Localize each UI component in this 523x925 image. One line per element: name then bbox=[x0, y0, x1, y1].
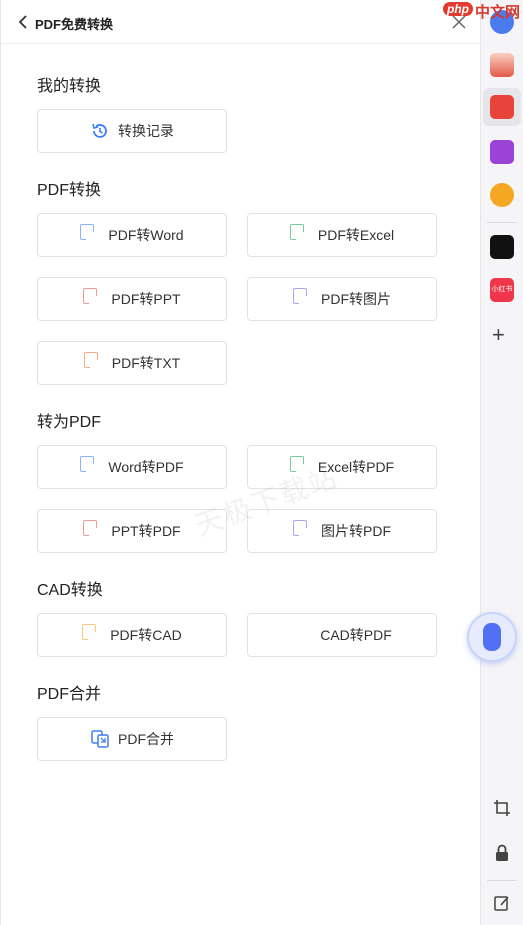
word-to-pdf-button[interactable]: W Word转PDF bbox=[37, 445, 227, 489]
pdf-to-excel-button[interactable]: ⊞ PDF转Excel bbox=[247, 213, 437, 257]
section-title-merge: PDF合并 bbox=[37, 686, 102, 703]
excel-doc-icon: ⊞ bbox=[289, 224, 310, 246]
xiaohongshu-icon[interactable]: 小红书 bbox=[490, 278, 514, 302]
pdf-to-txt-button[interactable]: T PDF转TXT bbox=[37, 341, 227, 385]
section-title-pdf-convert: PDF转换 bbox=[37, 182, 102, 199]
panel-header: PDF免费转换 bbox=[1, 0, 482, 44]
image-doc-icon: ~ bbox=[293, 288, 313, 310]
app-icon-photo[interactable] bbox=[490, 53, 514, 77]
ppt-doc-icon: ▭ bbox=[83, 288, 103, 310]
cad-doc-icon: A bbox=[292, 624, 312, 646]
floating-assistant-button[interactable] bbox=[467, 612, 517, 662]
pdf-to-excel-label: PDF转Excel bbox=[317, 227, 395, 243]
lock-icon[interactable] bbox=[493, 843, 511, 863]
txt-doc-icon: T bbox=[83, 352, 104, 374]
pdf-to-word-button[interactable]: W PDF转Word bbox=[37, 213, 227, 257]
pdf-to-word-label: PDF转Word bbox=[108, 227, 184, 243]
add-app-icon[interactable]: + bbox=[492, 324, 505, 346]
rail-divider bbox=[487, 222, 517, 223]
right-sidebar: 小红书 + bbox=[481, 0, 523, 925]
app-icon-purple[interactable] bbox=[490, 140, 514, 164]
pdf-merge-label: PDF合并 bbox=[118, 731, 174, 747]
history-button[interactable]: 转换记录 bbox=[37, 109, 227, 153]
merge-icon bbox=[91, 730, 109, 748]
tiktok-icon[interactable] bbox=[490, 235, 514, 259]
pdf-to-ppt-label: PDF转PPT bbox=[111, 291, 181, 307]
word-to-pdf-label: Word转PDF bbox=[108, 459, 184, 475]
php-logo: php bbox=[443, 2, 473, 16]
pdf-app-icon[interactable] bbox=[490, 95, 514, 119]
word-doc-icon: W bbox=[80, 224, 100, 246]
pdf-to-ppt-button[interactable]: ▭ PDF转PPT bbox=[37, 277, 227, 321]
pdf-to-txt-label: PDF转TXT bbox=[111, 355, 181, 371]
pdf-to-image-button[interactable]: ~ PDF转图片 bbox=[247, 277, 437, 321]
section-title-mine: 我的转换 bbox=[37, 78, 102, 95]
pdf-to-image-label: PDF转图片 bbox=[321, 291, 391, 307]
image-doc-icon: ~ bbox=[293, 520, 313, 542]
assistant-icon bbox=[483, 623, 501, 651]
ppt-doc-icon: ▭ bbox=[83, 520, 103, 542]
cad-to-pdf-button[interactable]: A CAD转PDF bbox=[247, 613, 437, 657]
cad-doc-icon: A bbox=[82, 624, 102, 646]
ppt-to-pdf-label: PPT转PDF bbox=[111, 523, 181, 539]
section-title-cad: CAD转换 bbox=[37, 582, 103, 599]
cad-to-pdf-label: CAD转PDF bbox=[320, 627, 392, 643]
site-name: 中文网 bbox=[475, 4, 521, 21]
history-icon bbox=[92, 123, 107, 138]
rail-divider bbox=[487, 880, 517, 881]
pdf-convert-panel: PDF免费转换 我的转换 转换记录 PDF转换 W PDF转Word ⊞ PDF… bbox=[0, 0, 482, 925]
site-badge: php 中文网 bbox=[443, 0, 523, 22]
image-to-pdf-label: 图片转PDF bbox=[321, 523, 391, 539]
pdf-to-cad-button[interactable]: A PDF转CAD bbox=[37, 613, 227, 657]
pdf-merge-button[interactable]: PDF合并 bbox=[37, 717, 227, 761]
edit-icon[interactable] bbox=[493, 894, 511, 912]
section-title-to-pdf: 转为PDF bbox=[37, 414, 102, 431]
back-arrow-icon[interactable] bbox=[15, 13, 31, 31]
pdf-to-cad-label: PDF转CAD bbox=[110, 627, 182, 643]
history-label: 转换记录 bbox=[118, 123, 174, 139]
word-doc-icon: W bbox=[80, 456, 100, 478]
crop-icon[interactable] bbox=[492, 798, 512, 818]
page-title: PDF免费转换 bbox=[35, 17, 114, 32]
game-icon[interactable] bbox=[490, 183, 514, 207]
